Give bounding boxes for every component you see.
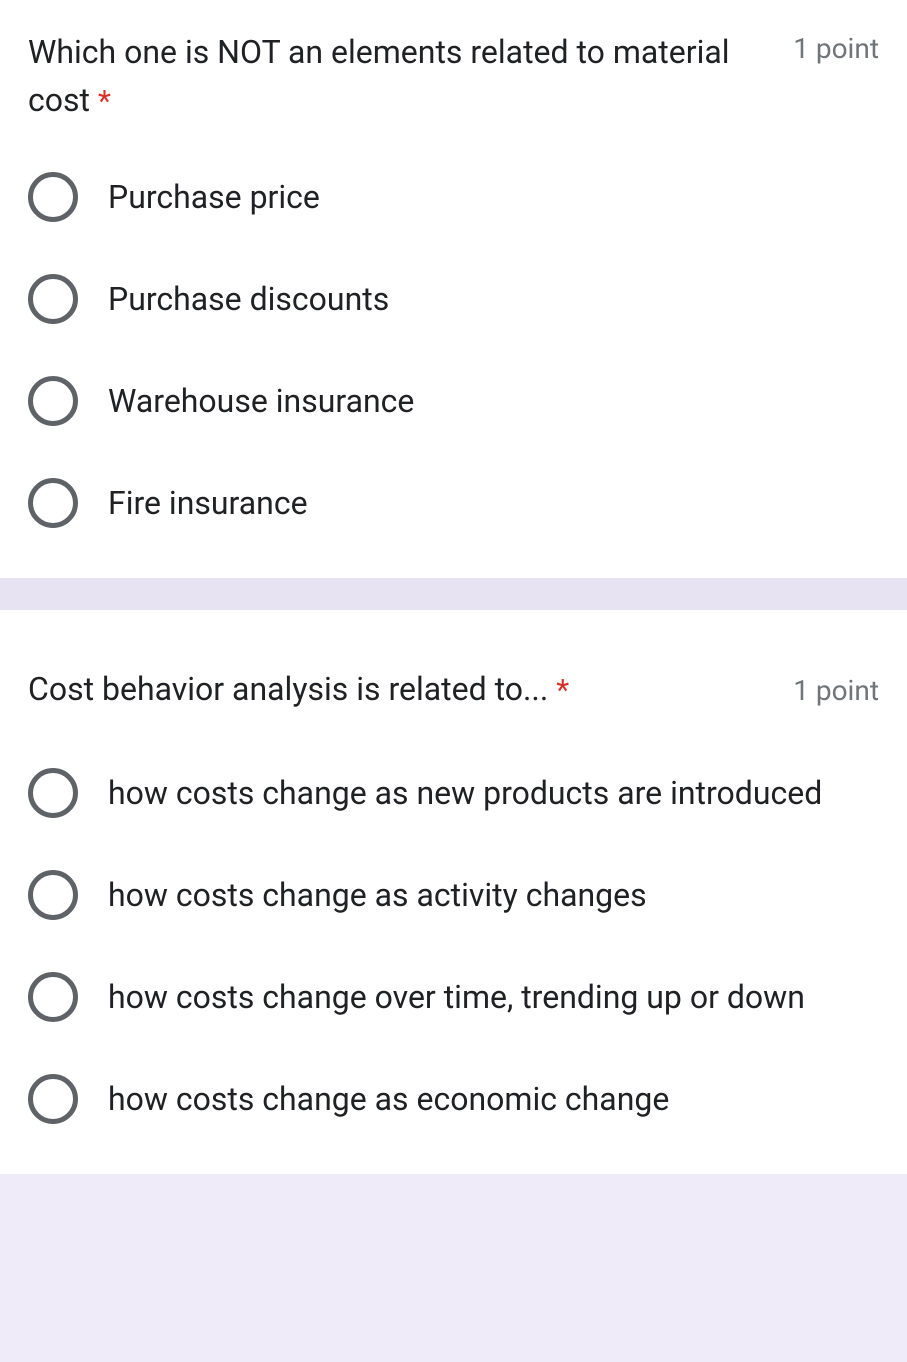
question-title-text: Which one is NOT an elements related to …	[28, 33, 730, 119]
option-row[interactable]: Purchase price	[28, 172, 879, 222]
question-title-wrap: Cost behavior analysis is related to... …	[28, 670, 777, 712]
question-card-1: Which one is NOT an elements related to …	[0, 0, 907, 578]
radio-icon[interactable]	[28, 1074, 78, 1124]
question-header: Cost behavior analysis is related to... …	[28, 670, 879, 712]
option-label: Purchase price	[108, 173, 320, 221]
option-row[interactable]: how costs change over time, trending up …	[28, 972, 879, 1022]
question-title: Which one is NOT an elements related to …	[28, 28, 777, 124]
radio-icon[interactable]	[28, 870, 78, 920]
options-list: how costs change as new products are int…	[28, 768, 879, 1124]
radio-icon[interactable]	[28, 478, 78, 528]
radio-icon[interactable]	[28, 274, 78, 324]
required-asterisk-icon: *	[98, 84, 111, 119]
option-label: how costs change over time, trending up …	[108, 973, 805, 1021]
radio-icon[interactable]	[28, 172, 78, 222]
radio-icon[interactable]	[28, 972, 78, 1022]
question-header: Which one is NOT an elements related to …	[28, 28, 879, 124]
points-label: 1 point	[793, 32, 879, 65]
option-row[interactable]: how costs change as activity changes	[28, 870, 879, 920]
radio-icon[interactable]	[28, 768, 78, 818]
points-label: 1 point	[793, 674, 879, 707]
question-card-2: Cost behavior analysis is related to... …	[0, 610, 907, 1174]
question-title-text: Cost behavior analysis is related to...	[28, 670, 548, 708]
card-divider	[0, 578, 907, 610]
option-row[interactable]: Purchase discounts	[28, 274, 879, 324]
option-label: Fire insurance	[108, 479, 308, 527]
option-row[interactable]: Fire insurance	[28, 478, 879, 528]
option-row[interactable]: how costs change as economic change	[28, 1074, 879, 1124]
question-title-wrap: Which one is NOT an elements related to …	[28, 28, 777, 124]
option-row[interactable]: Warehouse insurance	[28, 376, 879, 426]
question-title: Cost behavior analysis is related to... …	[28, 670, 569, 712]
radio-icon[interactable]	[28, 376, 78, 426]
option-label: Purchase discounts	[108, 275, 389, 323]
option-label: Warehouse insurance	[108, 377, 414, 425]
option-label: how costs change as new products are int…	[108, 769, 822, 817]
options-list: Purchase price Purchase discounts Wareho…	[28, 172, 879, 528]
option-label: how costs change as activity changes	[108, 871, 647, 919]
option-row[interactable]: how costs change as new products are int…	[28, 768, 879, 818]
required-asterisk-icon: *	[556, 673, 569, 708]
option-label: how costs change as economic change	[108, 1075, 669, 1123]
